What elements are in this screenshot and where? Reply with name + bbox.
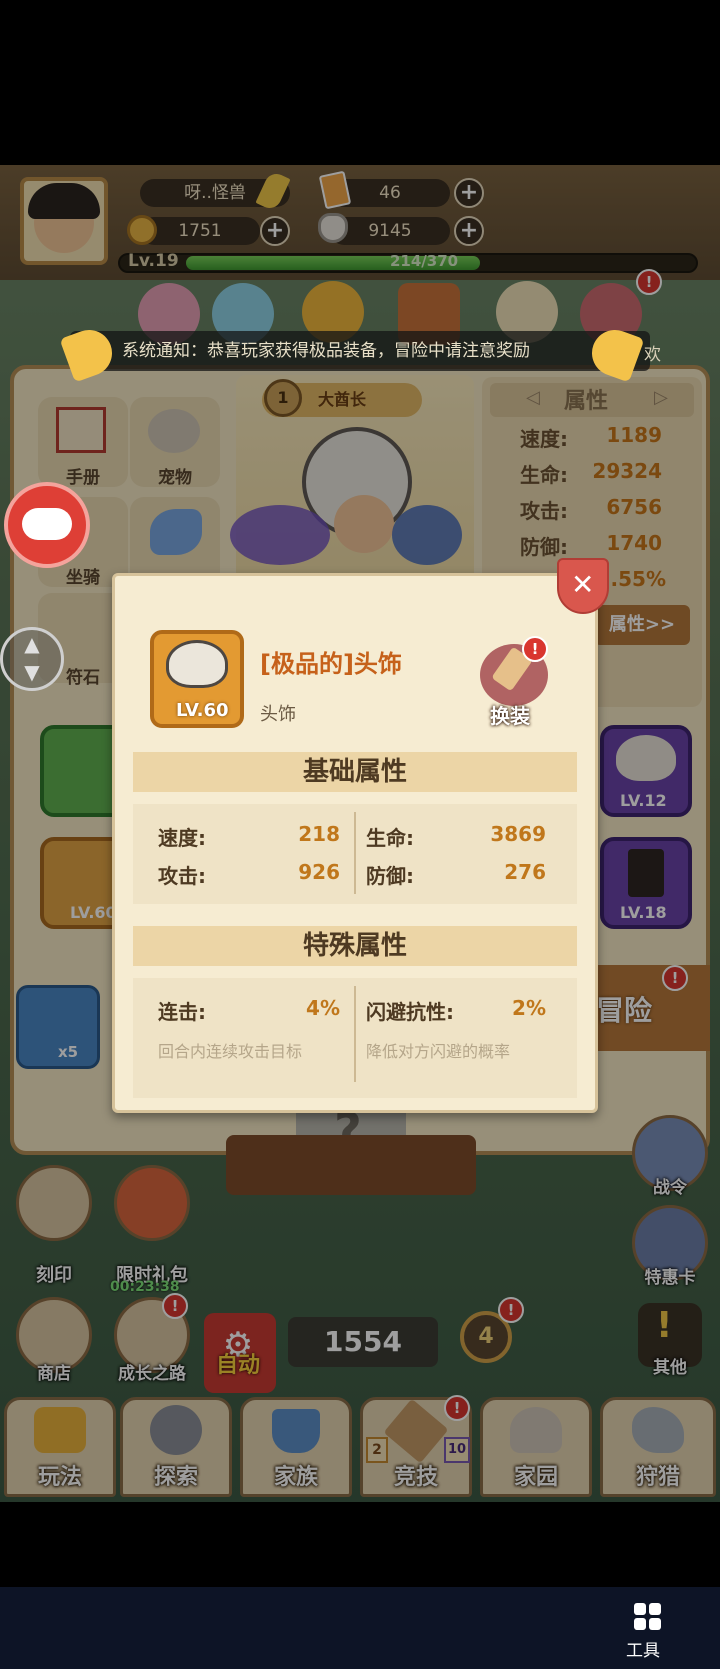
close-icon: ✕ <box>571 568 595 601</box>
item-name: [极品的]头饰 <box>260 650 402 678</box>
banner-text: 系统通知：恭喜玩家获得极品装备，冒险中请注意奖励 <box>122 341 530 361</box>
tools-icon[interactable] <box>634 1603 662 1631</box>
item-level: LV.60 <box>176 700 229 721</box>
special-label-dodge-resist: 闪避抗性: <box>366 1000 454 1024</box>
gamepad-icon <box>22 508 72 540</box>
tools-label[interactable]: 工具 <box>626 1636 660 1661</box>
special-divider <box>354 986 356 1082</box>
item-type: 头饰 <box>260 704 296 725</box>
basic-value-hp: 3869 <box>490 822 546 846</box>
scroll-toggle-icon[interactable]: ▲ ▼ <box>0 627 64 691</box>
basic-label-defense: 防御: <box>366 864 414 888</box>
announcement-banner: 系统通知：恭喜玩家获得极品装备，冒险中请注意奖励 <box>70 331 650 371</box>
basic-label-hp: 生命: <box>366 826 414 850</box>
basic-attributes-title: 基础属性 <box>133 752 577 792</box>
special-attributes-title: 特殊属性 <box>133 926 577 966</box>
special-desc-combo: 回合内连续攻击目标 <box>158 1042 303 1061</box>
banner-right-fragment: 欢 <box>644 345 661 365</box>
close-button[interactable]: ✕ <box>557 558 609 614</box>
basic-label-attack: 攻击: <box>158 864 206 888</box>
special-label-combo: 连击: <box>158 1000 206 1024</box>
swap-alert-dot: ! <box>522 636 548 662</box>
swap-label: 换装 <box>490 704 530 728</box>
basic-value-attack: 926 <box>298 860 340 884</box>
basic-label-speed: 速度: <box>158 826 206 850</box>
basic-divider <box>354 812 356 894</box>
basic-value-speed: 218 <box>298 822 340 846</box>
skull-helmet-icon <box>166 640 228 688</box>
basic-value-defense: 276 <box>504 860 546 884</box>
system-bar <box>0 1587 720 1669</box>
special-desc-dodge-resist: 降低对方闪避的概率 <box>366 1042 511 1061</box>
special-value-dodge-resist: 2% <box>512 996 546 1020</box>
special-value-combo: 4% <box>306 996 340 1020</box>
